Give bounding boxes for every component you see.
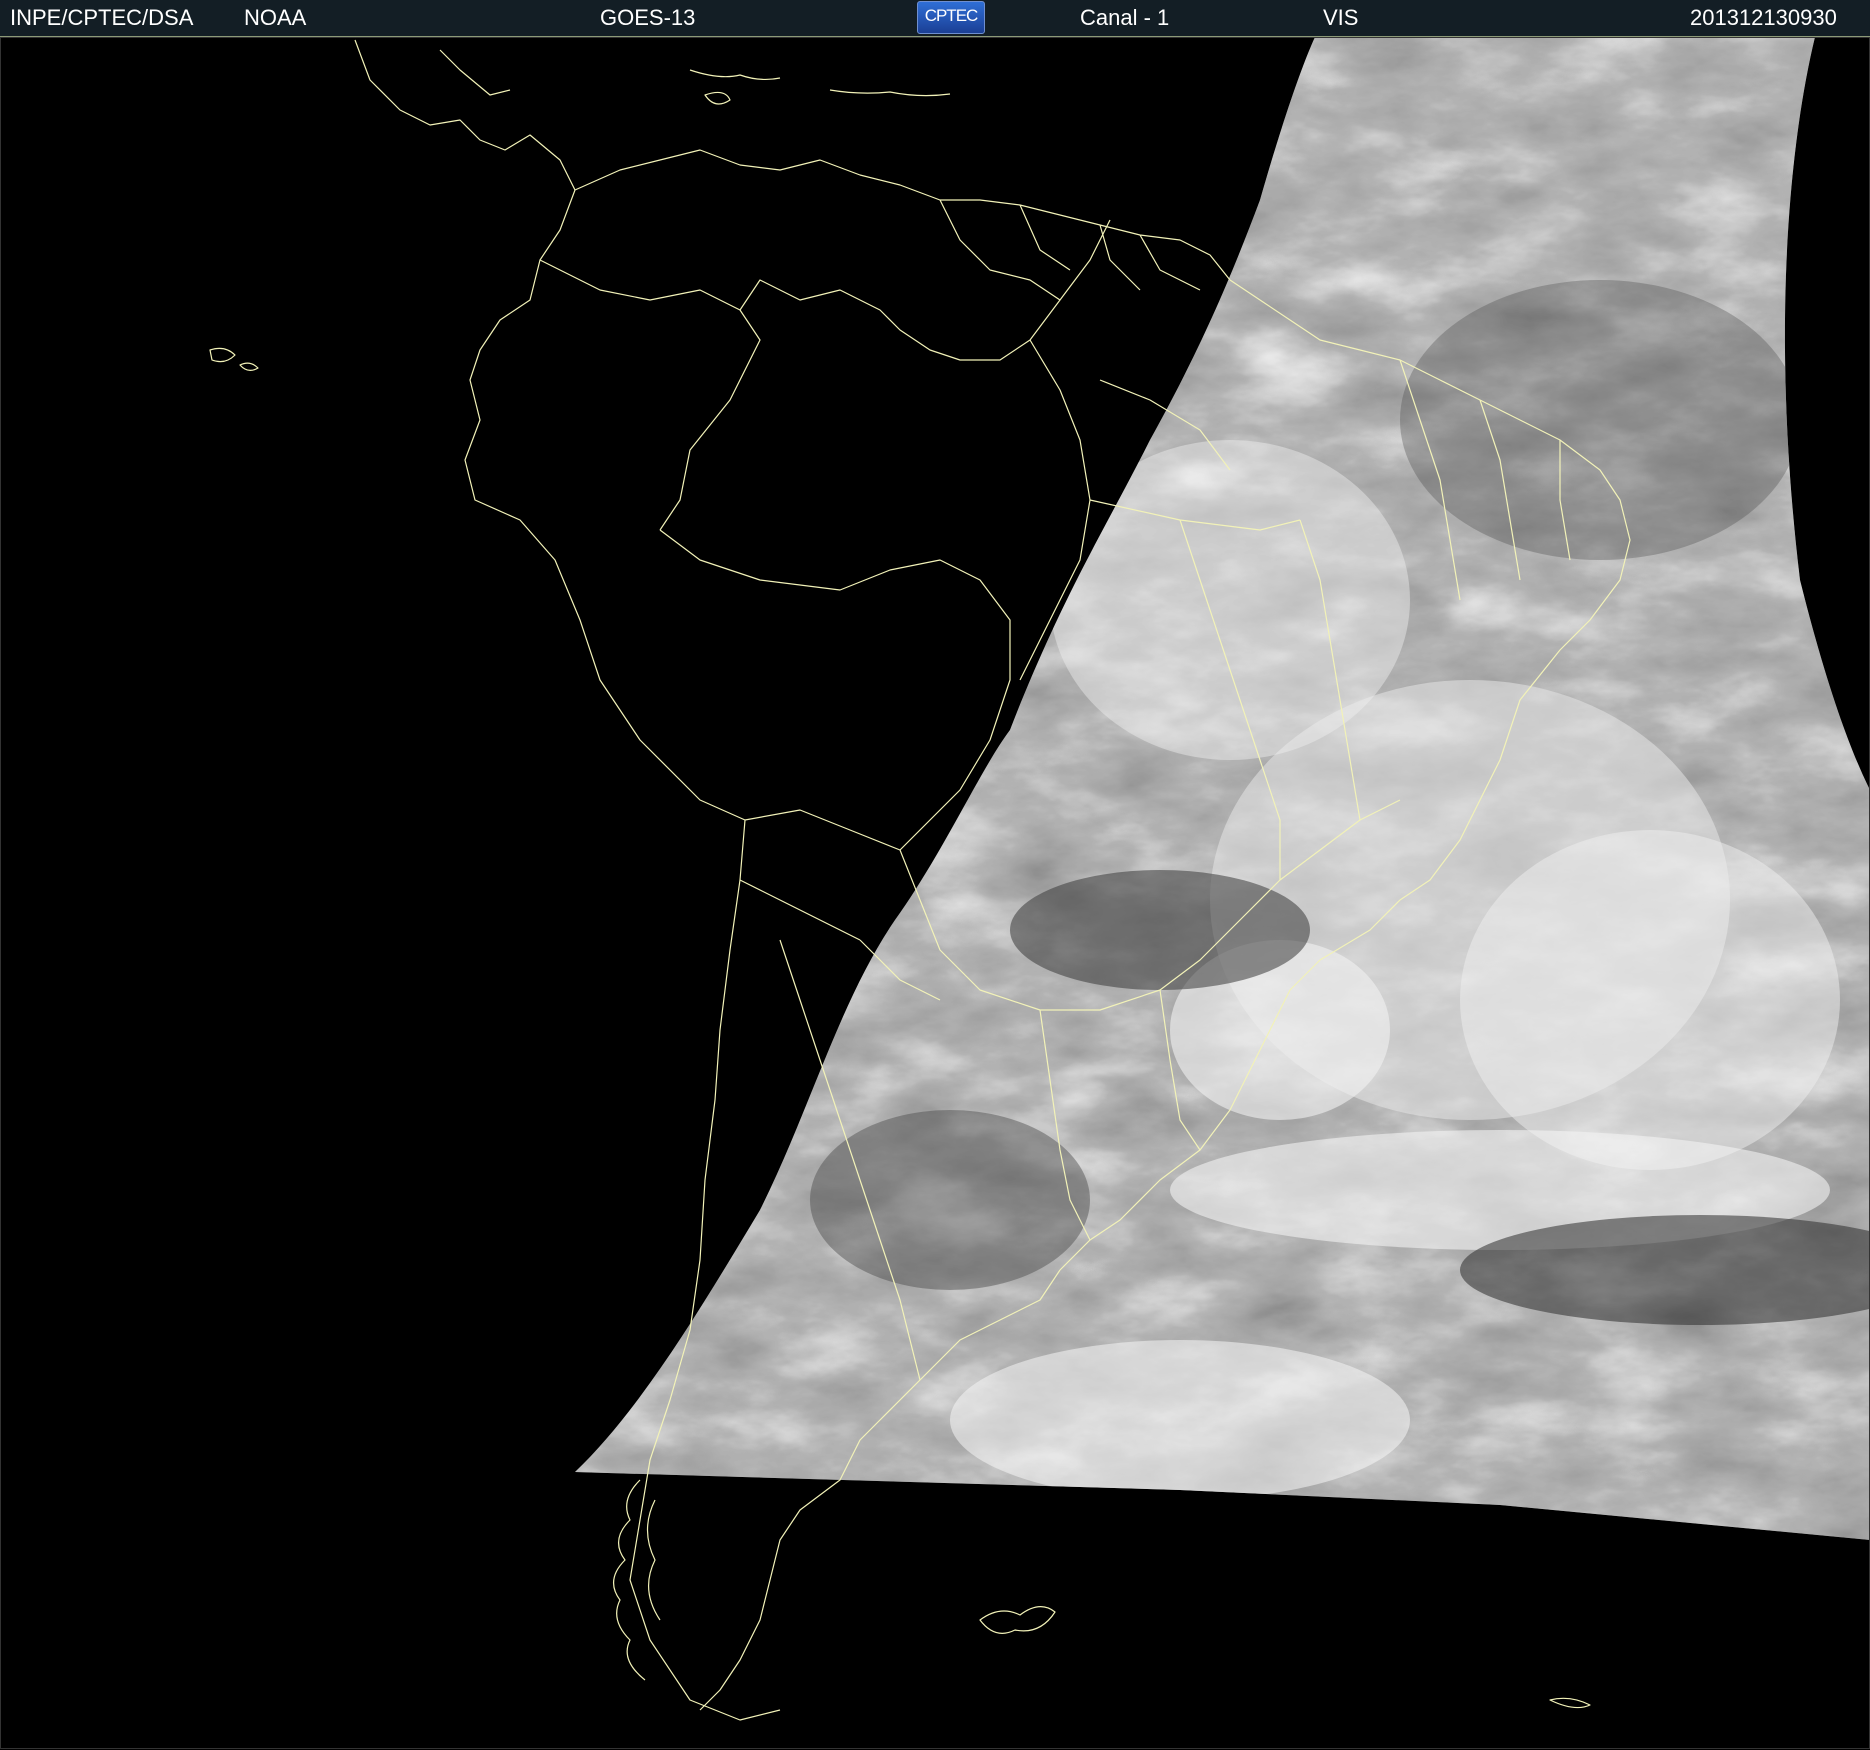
header-bar: INPE/CPTEC/DSA NOAA GOES-13 CPTEC Canal …	[0, 0, 1870, 37]
satellite-label: GOES-13	[600, 5, 696, 30]
agency-label: INPE/CPTEC/DSA	[10, 5, 194, 30]
timestamp-label: 201312130930	[1690, 5, 1837, 30]
source-label: NOAA	[244, 5, 307, 30]
daylight-imagery	[575, 37, 1870, 1540]
logo-text: CPTEC	[924, 6, 979, 25]
satellite-map	[0, 37, 1870, 1749]
channel-label: Canal - 1	[1080, 5, 1170, 30]
cptec-logo: CPTEC	[917, 1, 985, 34]
band-label: VIS	[1323, 5, 1359, 30]
